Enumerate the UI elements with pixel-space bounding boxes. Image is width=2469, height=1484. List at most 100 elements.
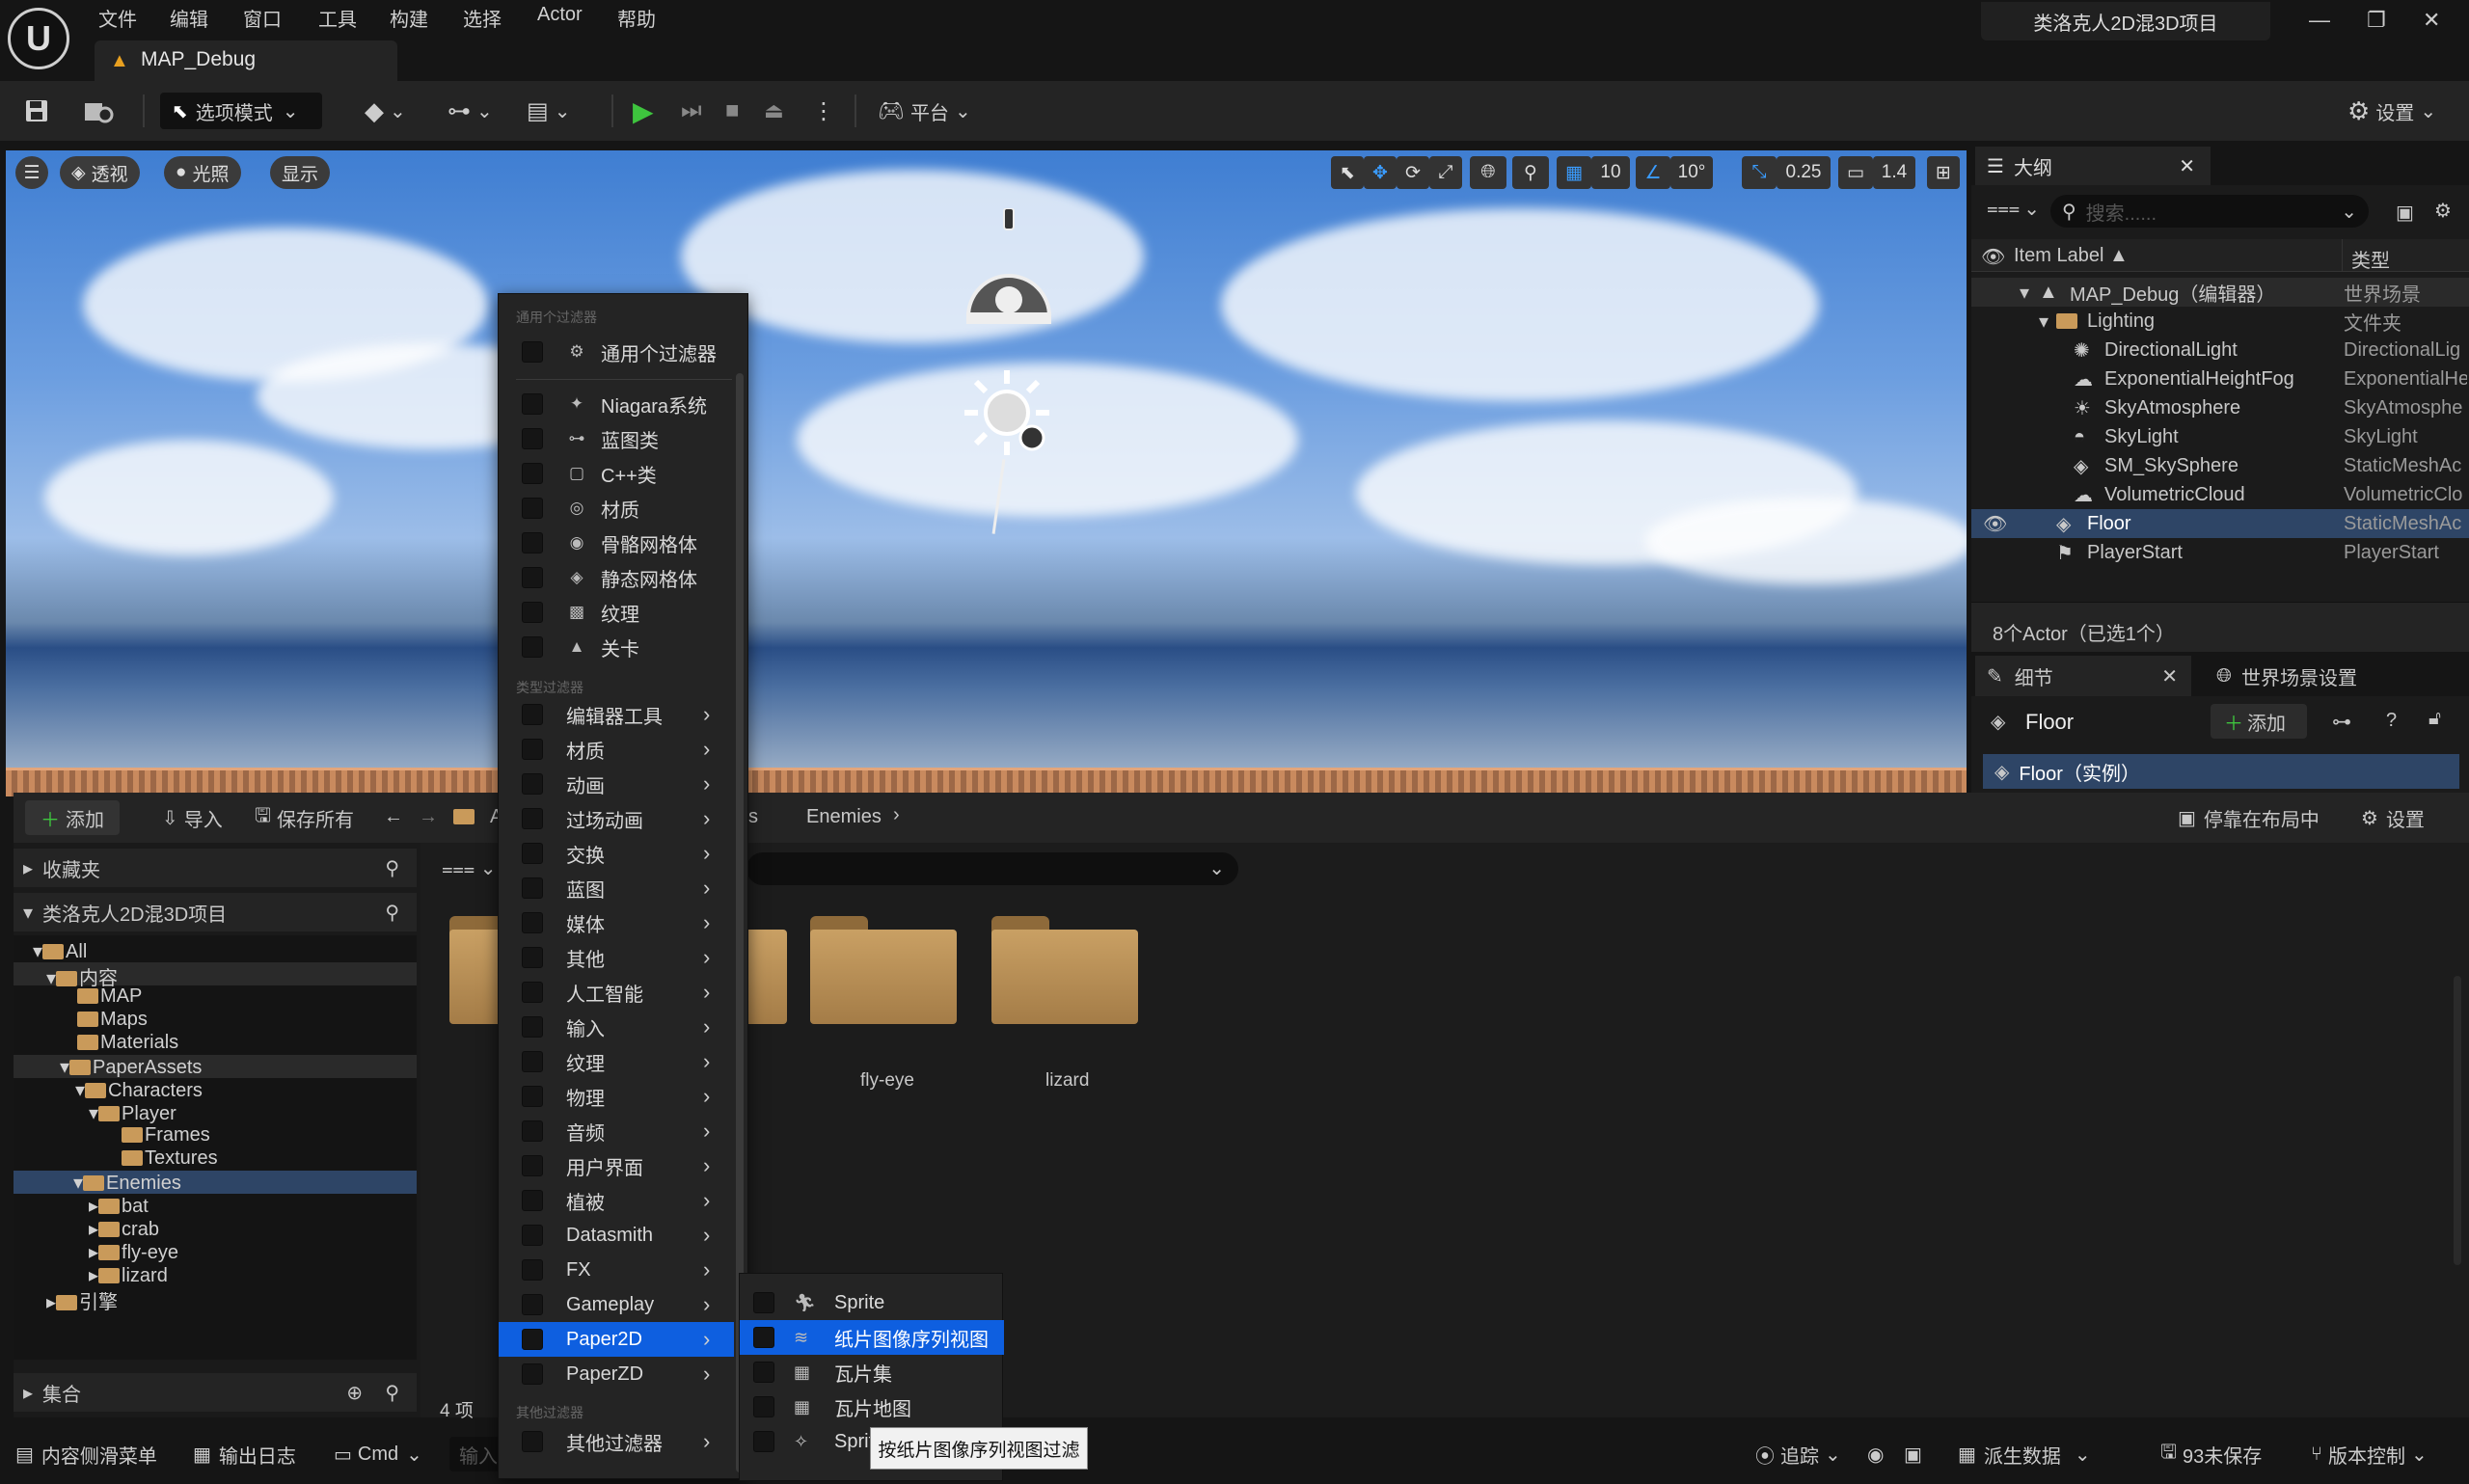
outliner-row[interactable]: ◈ SM_SkySphere StaticMeshAc xyxy=(1971,451,2469,480)
tree-item-crab[interactable]: ▸ crab xyxy=(89,1217,159,1241)
checkbox[interactable] xyxy=(522,498,543,519)
filter-type[interactable]: 输入 › xyxy=(499,1010,734,1044)
filter-material[interactable]: ◎ 材质 xyxy=(499,491,734,526)
checkbox[interactable] xyxy=(522,636,543,658)
scale-snap-icon[interactable]: ⤡ xyxy=(1742,156,1777,189)
menu-tools[interactable]: 工具 xyxy=(318,4,357,32)
menu-help[interactable]: 帮助 xyxy=(617,4,656,32)
search-icon[interactable]: ⚲ xyxy=(385,1381,399,1405)
outliner-row[interactable]: ▾ Lighting 文件夹 xyxy=(1971,307,2469,336)
cinematics-button[interactable]: ▤ ⌄ xyxy=(527,93,570,129)
breadcrumb-characters[interactable]: s xyxy=(748,806,758,828)
folder-add-icon[interactable]: ▣ xyxy=(2396,201,2414,225)
play-options-button[interactable]: ⋮ xyxy=(812,93,835,129)
checkbox[interactable] xyxy=(522,1155,543,1176)
close-icon[interactable]: ✕ xyxy=(2179,154,2195,178)
filter-texture[interactable]: ▩ 纹理 xyxy=(499,595,734,630)
filter-type-paper2d[interactable]: Paper2D › xyxy=(499,1322,734,1357)
filter-sprite[interactable]: 🏃︎ Sprite xyxy=(740,1285,1004,1320)
content-drawer-button[interactable]: ▤ 内容侧滑菜单 xyxy=(15,1437,157,1471)
outliner-row[interactable]: ☁ ExponentialHeightFog ExponentialHe xyxy=(1971,364,2469,393)
cb-settings-button[interactable]: ⚙ 设置 xyxy=(2361,800,2425,835)
checkbox[interactable] xyxy=(753,1292,774,1313)
filter-type[interactable]: Datasmith › xyxy=(499,1218,734,1253)
viewport-menu-icon[interactable]: ☰ xyxy=(15,156,48,189)
checkbox[interactable] xyxy=(522,1016,543,1038)
checkbox[interactable] xyxy=(522,567,543,588)
checkbox[interactable] xyxy=(522,341,543,363)
camera-speed-value[interactable]: 1.4 xyxy=(1873,156,1915,189)
menu-file[interactable]: 文件 xyxy=(98,4,137,32)
cb-add-button[interactable]: ＋ 添加 xyxy=(25,800,120,835)
screenshot-icon[interactable]: ▣ xyxy=(1904,1437,1922,1471)
cb-import-button[interactable]: ⇩ 导入 xyxy=(162,800,223,835)
grid-snap-icon[interactable]: ▦ xyxy=(1557,156,1591,189)
search-icon[interactable]: ⚲ xyxy=(385,901,399,925)
rotate-tool-icon[interactable]: ⟳ xyxy=(1397,156,1429,189)
menu-edit[interactable]: 编辑 xyxy=(170,4,208,32)
folder-tile-fly-eye[interactable] xyxy=(810,916,957,1024)
breadcrumb-enemies[interactable]: Enemies xyxy=(806,806,882,828)
menu-window[interactable]: 窗口 xyxy=(243,4,282,32)
outliner-row[interactable]: ☁ VolumetricCloud VolumetricClo xyxy=(1971,480,2469,509)
checkbox[interactable] xyxy=(522,393,543,415)
stop-button[interactable]: ■ xyxy=(725,93,740,129)
dock-in-layout-button[interactable]: ▣ 停靠在布局中 xyxy=(2178,800,2320,835)
filter-type[interactable]: 其他 › xyxy=(499,940,734,975)
add-collection-icon[interactable]: ⊕ xyxy=(346,1381,363,1405)
close-window-icon[interactable]: ✕ xyxy=(2423,8,2440,33)
lock-icon[interactable]: 🔓︎ xyxy=(2428,708,2441,730)
collapse-arrow-icon[interactable]: ▾ xyxy=(2039,310,2048,334)
type-column[interactable]: 类型 xyxy=(2351,245,2390,273)
tree-item-engine[interactable]: ▸ 引擎 xyxy=(46,1286,118,1314)
filter-type[interactable]: 人工智能 › xyxy=(499,975,734,1010)
camera-speed-icon[interactable]: ▭ xyxy=(1838,156,1873,189)
filter-tilemap[interactable]: ▦ 瓦片地图 xyxy=(740,1390,1004,1424)
tree-item-content[interactable]: ▾ 内容 xyxy=(14,962,417,989)
checkbox[interactable] xyxy=(522,739,543,760)
filter-common[interactable]: ⚙ 通用个过滤器 xyxy=(499,335,734,369)
surface-snap-icon[interactable]: ⚲ xyxy=(1512,156,1549,189)
checkbox[interactable] xyxy=(522,1225,543,1246)
filter-type[interactable]: 编辑器工具 › xyxy=(499,697,734,732)
filter-type[interactable]: 纹理 › xyxy=(499,1044,734,1079)
project-section[interactable]: ▾ 类洛克人2D混3D项目 ⚲ xyxy=(14,893,417,931)
filter-type[interactable]: FX › xyxy=(499,1253,734,1287)
checkbox[interactable] xyxy=(522,877,543,899)
mode-selector[interactable]: ⬉ 选项模式 ⌄ xyxy=(160,93,322,129)
lighting-mode-button[interactable]: ● 光照 xyxy=(164,156,241,189)
tree-item-materials[interactable]: Materials xyxy=(77,1032,178,1054)
filter-other[interactable]: 其他过滤器 › xyxy=(499,1424,734,1459)
outliner-row[interactable]: ◓ SkyLight SkyLight xyxy=(1971,422,2469,451)
filter-tileset[interactable]: ▦ 瓦片集 xyxy=(740,1355,1004,1390)
eye-icon[interactable]: 👁︎ xyxy=(1981,245,2005,269)
filter-static-mesh[interactable]: ◈ 静态网格体 xyxy=(499,560,734,595)
item-label-column[interactable]: Item Label ▲ xyxy=(2014,245,2129,267)
blueprint-icon[interactable]: ⊶ xyxy=(2332,710,2351,734)
scale-snap-value[interactable]: 0.25 xyxy=(1777,156,1831,189)
filter-niagara[interactable]: ✦ Niagara系统 xyxy=(499,387,734,421)
outliner-tab[interactable]: ☰ 大纲 ✕ xyxy=(1975,147,2211,185)
restore-icon[interactable]: ❐ xyxy=(2367,8,2386,33)
checkbox[interactable] xyxy=(522,532,543,553)
trace-button[interactable]: ⦿ 追踪 ⌄ xyxy=(1755,1437,1841,1471)
checkbox[interactable] xyxy=(522,1363,543,1385)
outliner-row[interactable]: ✺ DirectionalLight DirectionalLig xyxy=(1971,336,2469,364)
filter-type[interactable]: 媒体 › xyxy=(499,905,734,940)
filter-type[interactable]: 音频 › xyxy=(499,1114,734,1148)
rotation-snap-value[interactable]: 10° xyxy=(1670,156,1713,189)
filter-type[interactable]: 物理 › xyxy=(499,1079,734,1114)
filter-type[interactable]: 用户界面 › xyxy=(499,1148,734,1183)
settings-button[interactable]: ⚙ 设置 ⌄ xyxy=(2347,93,2436,129)
checkbox[interactable] xyxy=(522,1294,543,1315)
checkbox[interactable] xyxy=(753,1362,774,1383)
minimize-icon[interactable]: — xyxy=(2309,8,2330,33)
checkbox[interactable] xyxy=(522,982,543,1003)
checkbox[interactable] xyxy=(522,1190,543,1211)
level-viewport[interactable]: ☰ ◈ 透视 ● 光照 显示 ⬉ ✥ ⟳ ⤢ 🌐︎ ⚲ ▦ 10 ∠ 10° ⤡ 0… xyxy=(6,150,1967,796)
eye-icon[interactable]: 👁︎ xyxy=(1983,512,2007,536)
play-button[interactable]: ▶ xyxy=(633,93,654,129)
details-add-button[interactable]: ＋添加 xyxy=(2211,704,2307,739)
unreal-logo-icon[interactable]: U xyxy=(8,8,69,69)
checkbox[interactable] xyxy=(753,1327,774,1348)
